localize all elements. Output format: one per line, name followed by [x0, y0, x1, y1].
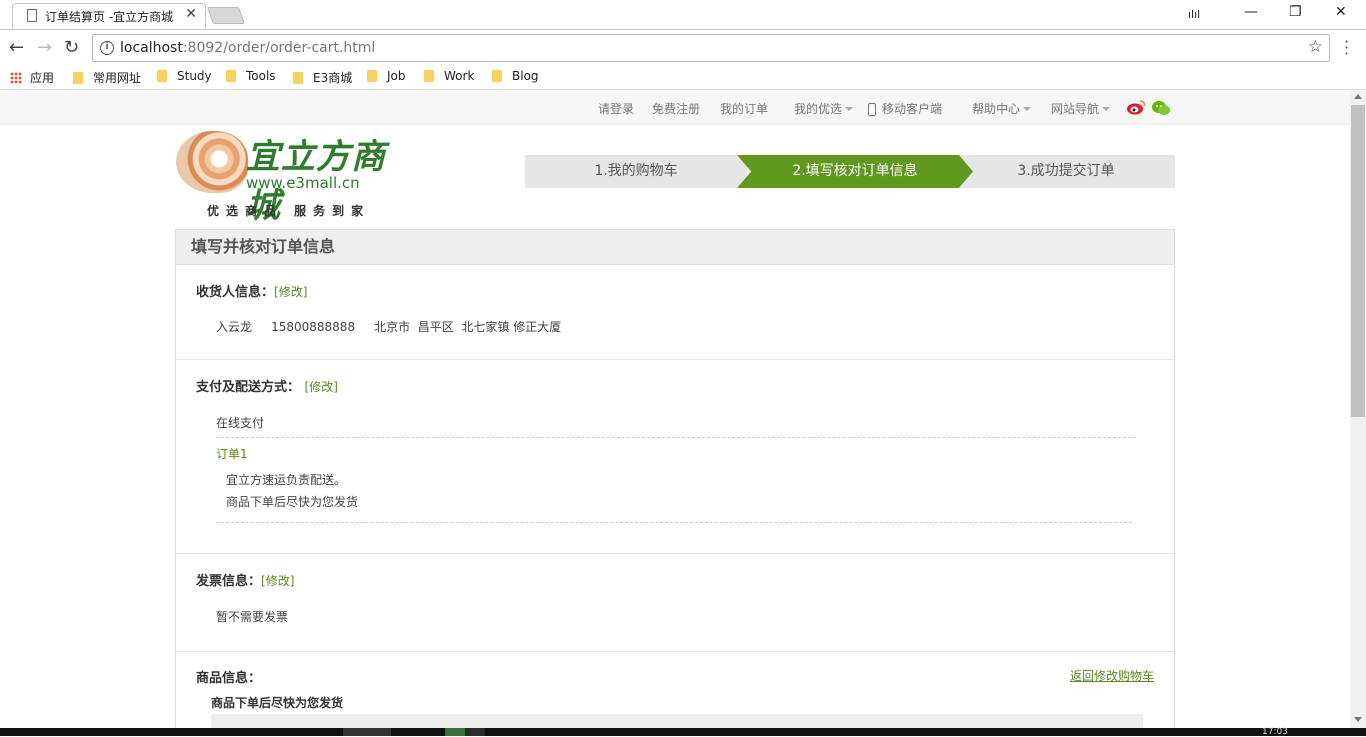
- site-nav-menu[interactable]: 网站导航: [1051, 100, 1111, 117]
- browser-tab-active[interactable]: 订单结算页 -宜立方商城 ✕: [12, 3, 206, 29]
- my-orders-link[interactable]: 我的订单: [720, 100, 768, 117]
- folder-icon: [424, 70, 434, 82]
- divider: [216, 522, 1132, 523]
- restore-button[interactable]: ❐: [1289, 4, 1302, 20]
- taskbar-app[interactable]: [465, 728, 485, 736]
- bookmark-star-icon[interactable]: ☆: [1308, 37, 1323, 57]
- folder-icon: [73, 72, 83, 84]
- folder-icon: [293, 72, 303, 84]
- payment-edit-link[interactable]: [修改]: [305, 380, 338, 394]
- delivery-info: 宜立方速运负责配送。: [226, 473, 347, 487]
- receiver-name: 入云龙: [216, 320, 253, 334]
- chevron-down-icon: [845, 107, 854, 111]
- invoice-section: 发票信息：[修改] 暂不需要发票: [176, 553, 1174, 651]
- chevron-down-icon: [1023, 107, 1032, 111]
- payment-title: 支付及配送方式： [修改]: [196, 380, 338, 395]
- logo-slogan: 优选商品 服务到家: [207, 204, 371, 218]
- bookmark-folder-work[interactable]: Work: [424, 69, 474, 83]
- login-link[interactable]: 请登录: [598, 100, 634, 117]
- my-favorites-menu[interactable]: 我的优选: [794, 100, 854, 117]
- page-scrollbar[interactable]: [1350, 91, 1366, 728]
- bookmark-folder-e3mall[interactable]: E3商城: [293, 69, 352, 86]
- receiver-phone: 15800888888: [271, 320, 356, 334]
- url-host: localhost: [120, 40, 183, 56]
- checkout-steps: 1.我的购物车 3.成功提交订单 2.填写核对订单信息: [525, 155, 1175, 188]
- bookmark-folder-blog[interactable]: Blog: [492, 69, 539, 83]
- minimize-button[interactable]: —: [1244, 4, 1258, 20]
- site-logo[interactable]: 宜立方商城 www.e3mall.cn 优选商品 服务到家: [176, 129, 386, 226]
- apps-icon: [10, 72, 22, 84]
- bookmarks-bar: 应用 常用网址 Study Tools E3商城 Job Work Blog: [0, 64, 1366, 90]
- step-confirm-active: 2.填写核对订单信息: [737, 155, 973, 188]
- scroll-up-arrow-icon[interactable]: [1354, 94, 1362, 99]
- back-to-cart-link[interactable]: 返回修改购物车: [1070, 667, 1154, 684]
- logo-domain-text: www.e3mall.cn: [246, 174, 360, 192]
- order-info-panel: 填写并核对订单信息 收货人信息：[修改] 入云龙 15800888888 北京市…: [175, 229, 1175, 728]
- taskbar-app[interactable]: [343, 728, 391, 736]
- forward-button[interactable]: →: [37, 37, 52, 58]
- shipping-note: 商品下单后尽快为您发货: [226, 495, 359, 509]
- tab-title: 订单结算页 -宜立方商城: [45, 10, 174, 24]
- step-submitted: 3.成功提交订单: [957, 155, 1175, 188]
- bookmark-folder-study[interactable]: Study: [157, 69, 212, 83]
- divider: [216, 437, 1136, 438]
- url-text: localhost:8092/order/order-cart.html: [120, 40, 375, 56]
- site-top-nav: 请登录 免费注册 我的订单 我的优选 移动客户端 帮助中心 网站导航: [0, 91, 1350, 125]
- bookmark-folder-tools[interactable]: Tools: [226, 69, 276, 83]
- browser-toolbar: ← → ↻ i localhost:8092/order/order-cart.…: [0, 29, 1366, 64]
- info-icon[interactable]: i: [100, 41, 114, 55]
- payment-method: 在线支付: [216, 416, 265, 430]
- step-cart: 1.我的购物车: [525, 155, 747, 188]
- chevron-down-icon: [1102, 107, 1111, 111]
- register-link[interactable]: 免费注册: [652, 100, 700, 117]
- receiver-detail: 入云龙 15800888888 北京市 昌平区 北七家镇 修正大厦: [216, 318, 561, 335]
- back-button[interactable]: ←: [9, 37, 24, 58]
- weibo-icon[interactable]: [1126, 99, 1146, 115]
- help-center-menu[interactable]: 帮助中心: [972, 100, 1032, 117]
- scrollbar-thumb[interactable]: [1351, 105, 1365, 417]
- receiver-section: 收货人信息：[修改] 入云龙 15800888888 北京市 昌平区 北七家镇 …: [176, 265, 1174, 359]
- page-viewport: 请登录 免费注册 我的订单 我的优选 移动客户端 帮助中心 网站导航 宜立方商城…: [0, 91, 1350, 728]
- invoice-title: 发票信息：[修改]: [196, 574, 295, 589]
- folder-icon: [157, 70, 167, 82]
- os-taskbar: 17:03: [0, 727, 1366, 737]
- url-path: :8092/order/order-cart.html: [182, 40, 376, 56]
- invoice-value: 暂不需要发票: [216, 610, 289, 624]
- phone-icon: [868, 103, 876, 116]
- browser-menu-icon[interactable]: · · ·: [1344, 34, 1349, 62]
- tab-close-icon[interactable]: ✕: [185, 6, 197, 22]
- mobile-client-link[interactable]: 移动客户端: [868, 100, 942, 117]
- shell-logo-icon: [176, 131, 248, 193]
- receiver-address: 北京市 昌平区 北七家镇 修正大厦: [374, 320, 562, 334]
- receiver-edit-link[interactable]: [修改]: [274, 285, 307, 299]
- address-bar[interactable]: i localhost:8092/order/order-cart.html ☆: [92, 34, 1330, 62]
- goods-ship-note: 商品下单后尽快为您发货: [211, 696, 344, 710]
- bookmark-folder-job[interactable]: Job: [367, 69, 406, 83]
- goods-section: 商品信息： 返回修改购物车 商品下单后尽快为您发货: [176, 651, 1174, 728]
- payment-section: 支付及配送方式： [修改] 在线支付 订单1 宜立方速运负责配送。 商品下单后尽…: [176, 359, 1174, 553]
- bookmark-folder-common[interactable]: 常用网址: [73, 69, 141, 86]
- close-window-button[interactable]: ✕: [1335, 4, 1347, 20]
- new-tab-button[interactable]: [206, 7, 246, 24]
- invoice-edit-link[interactable]: [修改]: [261, 574, 294, 588]
- scroll-down-arrow-icon[interactable]: [1354, 717, 1362, 722]
- reload-button[interactable]: ↻: [64, 37, 79, 58]
- extension-icon[interactable]: ılıl: [1188, 8, 1200, 21]
- order-info-heading: 填写并核对订单信息: [176, 230, 1174, 265]
- folder-icon: [226, 70, 236, 82]
- receiver-title: 收货人信息：[修改]: [196, 285, 308, 300]
- taskbar-app[interactable]: [445, 728, 465, 736]
- wechat-icon[interactable]: [1152, 100, 1170, 116]
- browser-tabstrip: 订单结算页 -宜立方商城 ✕ ılıl — ❐ ✕: [0, 0, 1366, 29]
- sub-order-label: 订单1: [216, 447, 248, 461]
- goods-table-header: [211, 714, 1143, 728]
- folder-icon: [492, 70, 502, 82]
- goods-title: 商品信息：: [196, 671, 262, 686]
- folder-icon: [367, 70, 377, 82]
- taskbar-clock: 17:03: [1262, 727, 1288, 737]
- bookmark-apps[interactable]: 应用: [10, 69, 54, 86]
- document-icon: [27, 9, 37, 22]
